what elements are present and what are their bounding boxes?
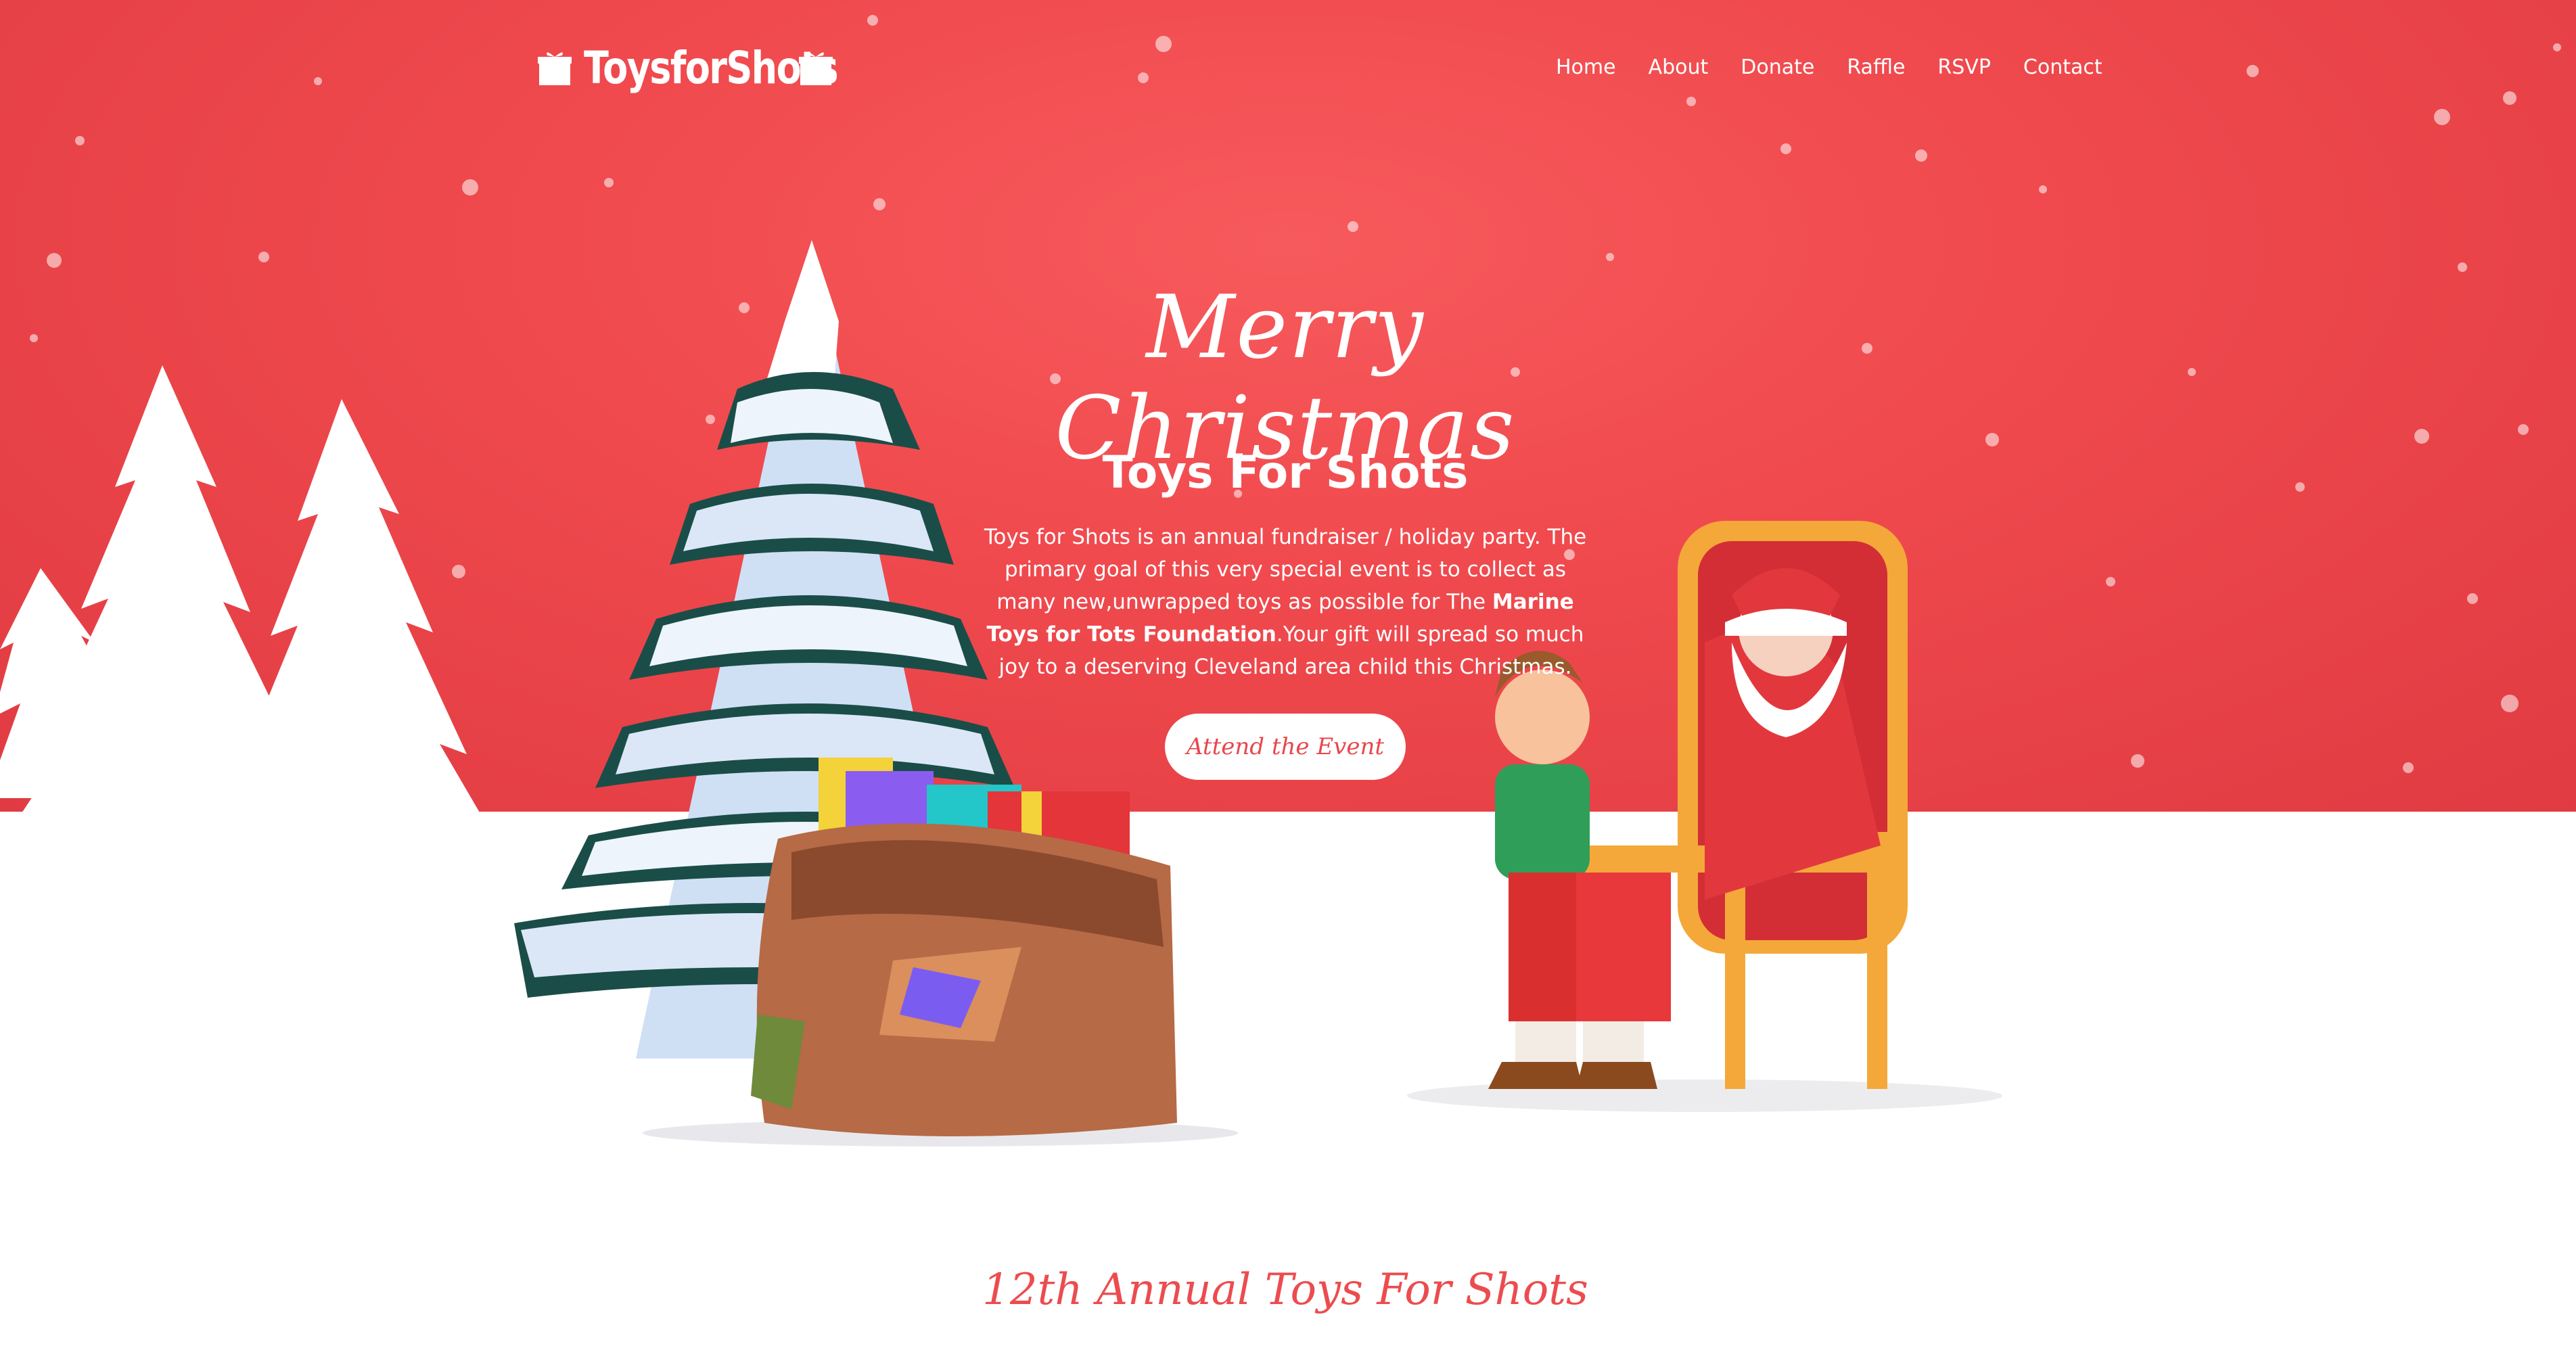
gift-sack-illustration bbox=[643, 758, 1238, 1146]
nav-about[interactable]: About bbox=[1649, 53, 1709, 83]
nav-home[interactable]: Home bbox=[1556, 53, 1616, 83]
top-navigation: ToysforShots Home About Donate Raffle RS… bbox=[0, 0, 2576, 135]
section-title: 12th Annual Toys For Shots bbox=[982, 1265, 1588, 1315]
nav-donate[interactable]: Donate bbox=[1741, 53, 1814, 83]
attend-event-button[interactable]: Attend the Event bbox=[1165, 714, 1406, 780]
nav-contact[interactable]: Contact bbox=[2023, 53, 2102, 83]
main-menu: Home About Donate Raffle RSVP Contact bbox=[1556, 53, 2135, 83]
logo-text: ToysforShots bbox=[584, 41, 839, 94]
pine-trees-decoration bbox=[0, 365, 480, 812]
nav-rsvp[interactable]: RSVP bbox=[1937, 53, 1991, 83]
hero-description: Toys for Shots is an annual fundraiser /… bbox=[981, 521, 1590, 683]
hero-title: Toys For Shots bbox=[1102, 446, 1469, 498]
brand-logo[interactable]: ToysforShots bbox=[538, 41, 839, 95]
gift-icon bbox=[538, 52, 572, 85]
nav-raffle[interactable]: Raffle bbox=[1847, 53, 1905, 83]
